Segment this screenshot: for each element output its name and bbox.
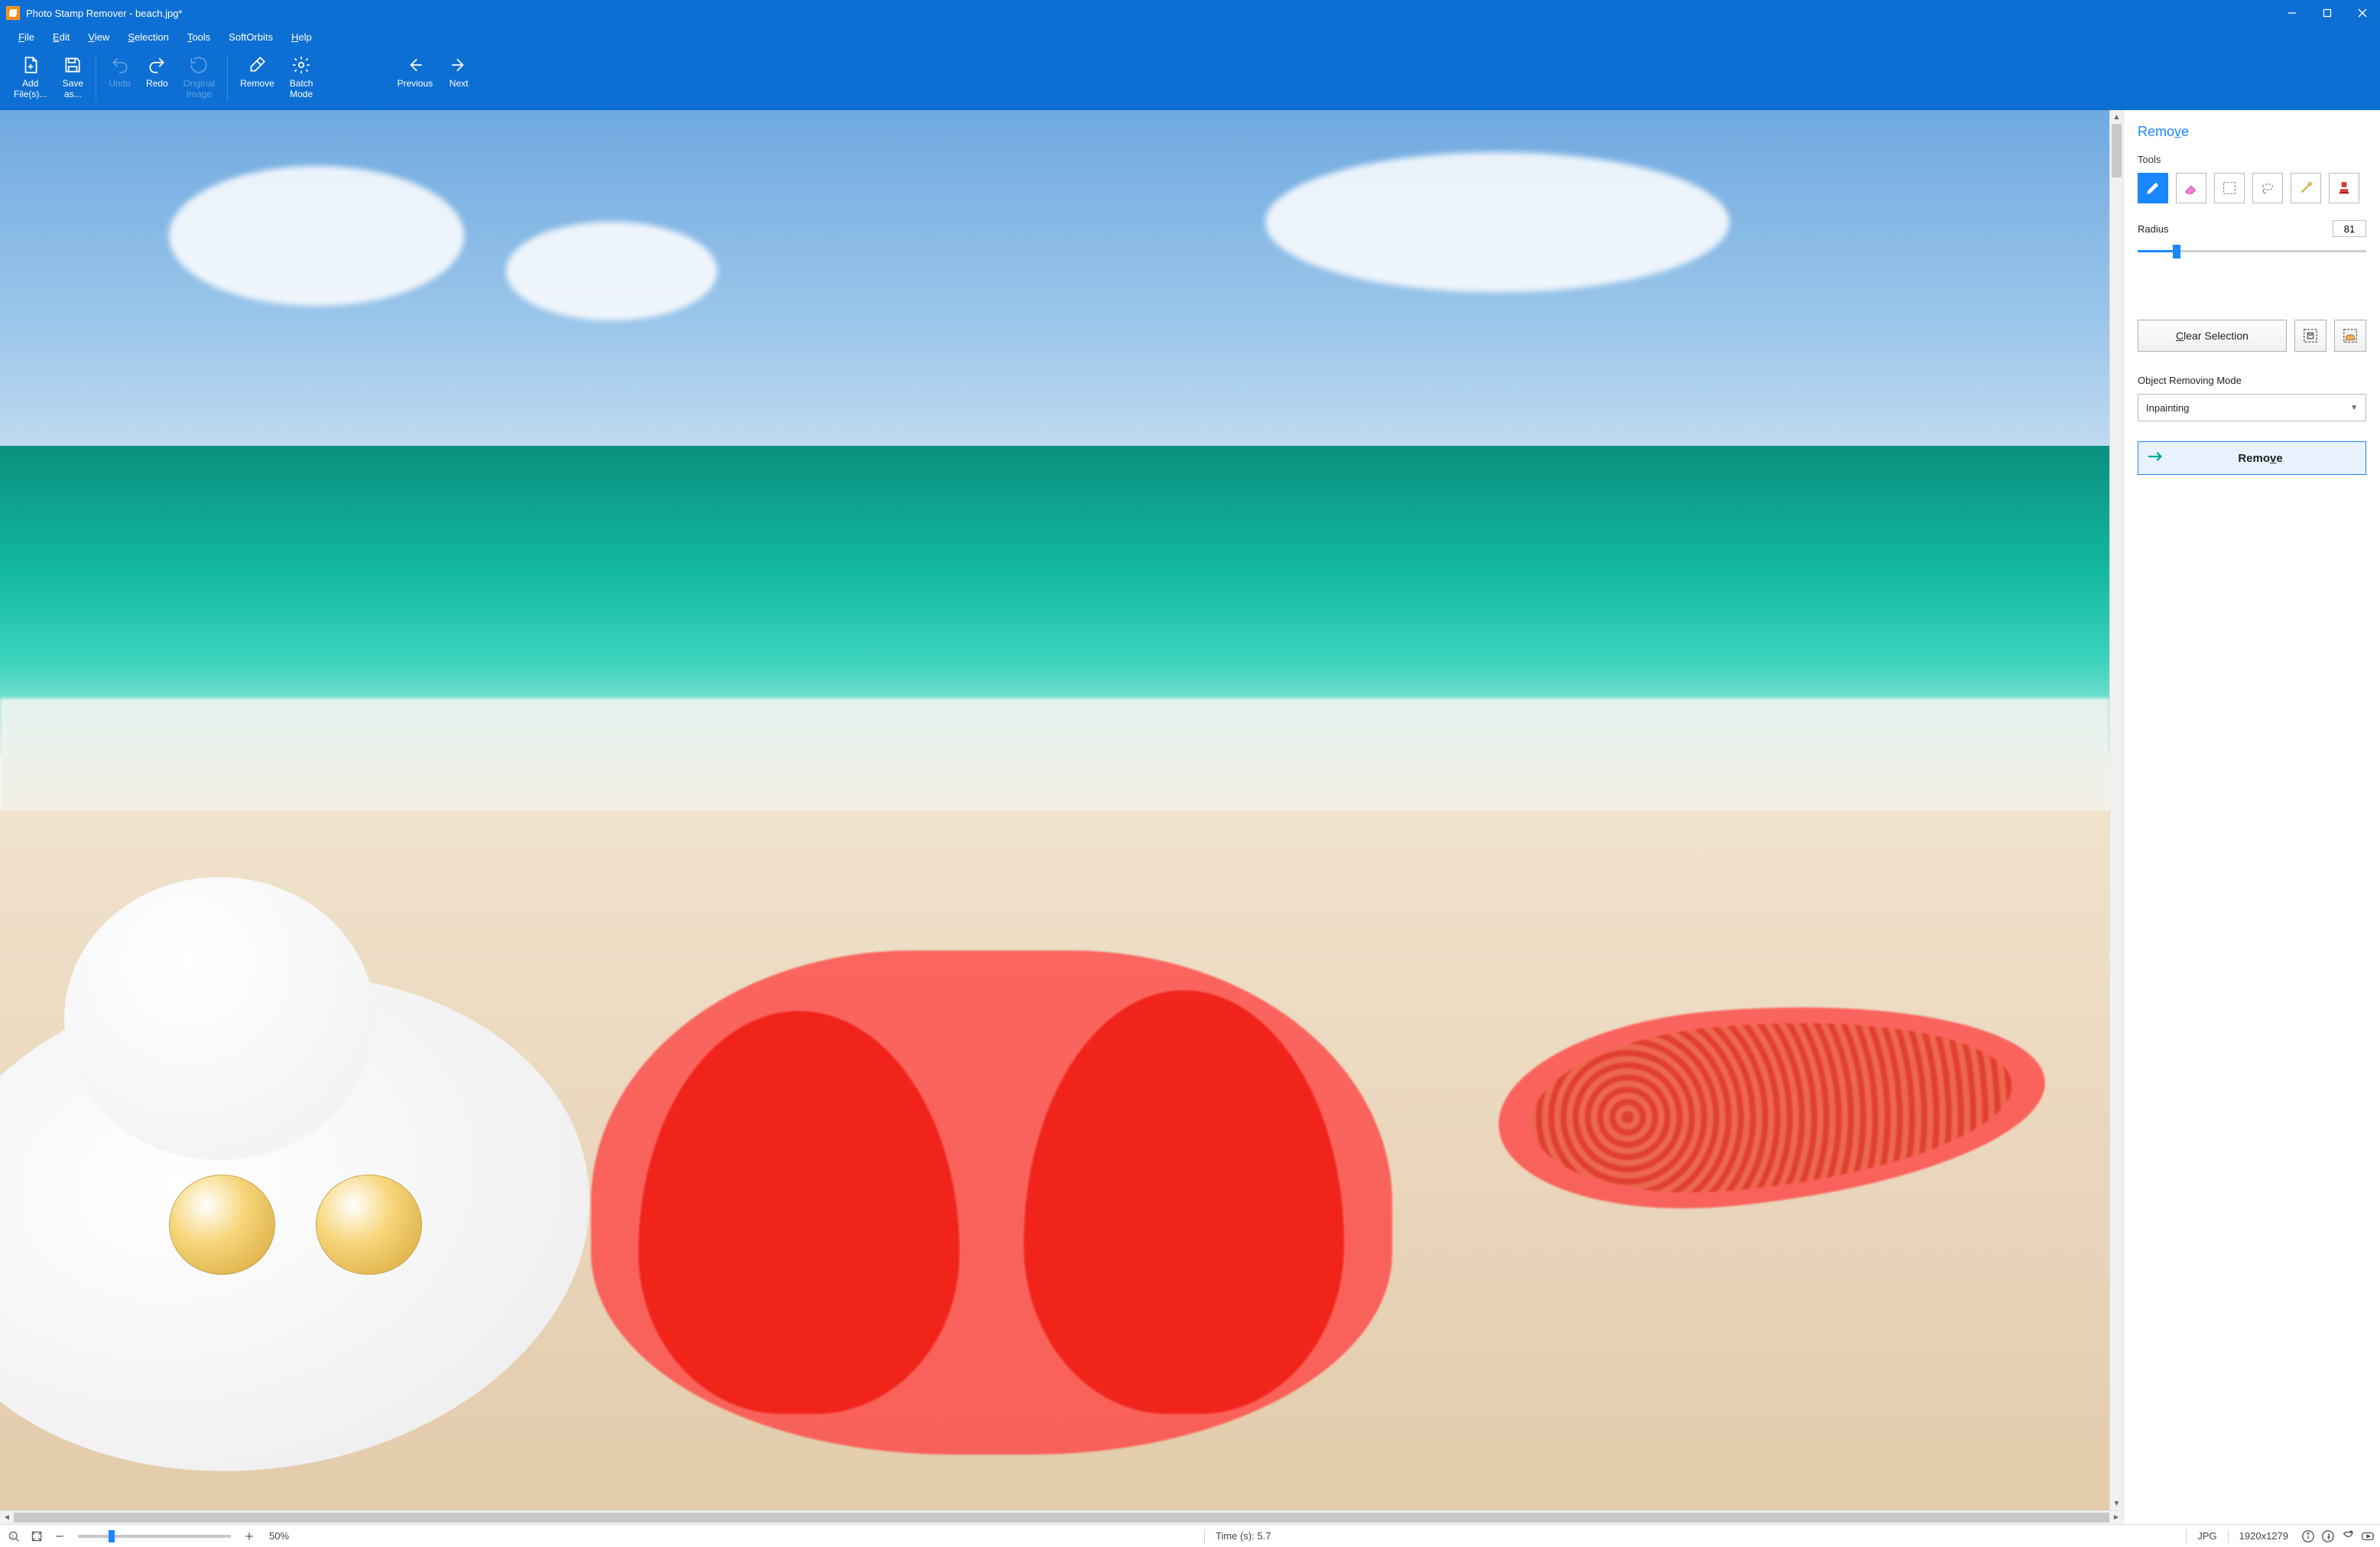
- redo-button[interactable]: Redo: [138, 50, 176, 106]
- gear-icon: [291, 54, 311, 76]
- menu-edit[interactable]: Edit: [45, 29, 77, 45]
- original-image-button: Original Image: [176, 50, 222, 106]
- arrow-right-icon: [2148, 450, 2164, 466]
- arrow-right-icon: [449, 54, 469, 76]
- minimize-button[interactable]: [2274, 0, 2310, 26]
- facebook-icon[interactable]: [2320, 1529, 2336, 1544]
- load-selection-button[interactable]: [2334, 320, 2366, 352]
- zoom-out-button[interactable]: [50, 1527, 69, 1545]
- batch-mode-button[interactable]: Batch Mode: [282, 50, 321, 106]
- tool-rect-select[interactable]: [2214, 173, 2245, 203]
- remove-button[interactable]: Remove: [2138, 441, 2366, 475]
- radius-slider[interactable]: [2138, 243, 2366, 258]
- menu-selection[interactable]: Selection: [120, 29, 176, 45]
- close-button[interactable]: [2345, 0, 2380, 26]
- save-as-button[interactable]: Save as...: [54, 50, 91, 106]
- menu-softorbits[interactable]: SoftOrbits: [221, 29, 281, 45]
- chevron-down-icon: ▼: [2350, 404, 2358, 412]
- title-bar: Photo Stamp Remover - beach.jpg*: [0, 0, 2380, 26]
- menu-bar: File Edit View Selection Tools SoftOrbit…: [0, 26, 2380, 47]
- undo-button: Undo: [101, 50, 138, 106]
- maximize-button[interactable]: [2310, 0, 2345, 26]
- selection-mask-flipflops: [591, 951, 1392, 1454]
- canvas-wrap: ▲ ▼ ◄ ►: [0, 110, 2123, 1524]
- tool-stamp[interactable]: [2329, 173, 2359, 203]
- menu-help[interactable]: Help: [284, 29, 320, 45]
- save-selection-button[interactable]: [2294, 320, 2326, 352]
- previous-button[interactable]: Previous: [389, 50, 440, 106]
- scroll-left-icon[interactable]: ◄: [0, 1513, 14, 1522]
- time-label: Time (s): 5.7: [1216, 1530, 1271, 1542]
- tools-label: Tools: [2138, 154, 2366, 165]
- sunglasses-object: [169, 1175, 422, 1286]
- remove-tool-button[interactable]: Remove: [232, 50, 282, 106]
- scroll-up-icon[interactable]: ▲: [2110, 110, 2123, 124]
- format-label: JPG: [2197, 1530, 2216, 1542]
- add-file-icon: [21, 54, 41, 76]
- horizontal-scrollbar[interactable]: ◄ ►: [0, 1510, 2123, 1524]
- arrow-left-icon: [405, 54, 425, 76]
- scroll-thumb[interactable]: [2112, 124, 2122, 177]
- zoom-slider[interactable]: [78, 1535, 231, 1538]
- side-panel: Remove Tools Radius Clear Selection: [2123, 110, 2380, 1524]
- tool-magic-wand[interactable]: [2291, 173, 2321, 203]
- panel-title: Remove: [2138, 124, 2366, 140]
- hscroll-thumb[interactable]: [14, 1513, 2109, 1523]
- hat-object: [0, 852, 591, 1468]
- zoom-in-button[interactable]: [240, 1527, 258, 1545]
- radius-input[interactable]: [2333, 220, 2366, 237]
- youtube-icon[interactable]: [2360, 1529, 2375, 1544]
- status-bar: 1 50% Time (s): 5.7 JPG 1920x1279: [0, 1524, 2380, 1547]
- twitter-icon[interactable]: [2340, 1529, 2356, 1544]
- ribbon-toolbar: Add File(s)... Save as... Undo Redo Orig…: [0, 47, 2380, 110]
- save-icon: [63, 54, 83, 76]
- radius-label: Radius: [2138, 223, 2168, 235]
- window-controls: [2274, 0, 2380, 26]
- undo-icon: [110, 54, 130, 76]
- info-icon[interactable]: [2300, 1529, 2316, 1544]
- menu-file[interactable]: File: [11, 29, 42, 45]
- window-title: Photo Stamp Remover - beach.jpg*: [26, 8, 183, 19]
- mode-dropdown[interactable]: Inpainting ▼: [2138, 394, 2366, 421]
- add-files-button[interactable]: Add File(s)...: [6, 50, 54, 106]
- dimensions-label: 1920x1279: [2239, 1530, 2288, 1542]
- redo-icon: [147, 54, 167, 76]
- mode-value: Inpainting: [2146, 402, 2189, 414]
- svg-text:1: 1: [11, 1533, 15, 1539]
- eraser-icon: [247, 54, 267, 76]
- tool-lasso[interactable]: [2252, 173, 2283, 203]
- main-area: ▲ ▼ ◄ ► Remove Tools Radius: [0, 110, 2380, 1524]
- tool-row: [2138, 173, 2366, 203]
- clear-selection-button[interactable]: Clear Selection: [2138, 320, 2287, 352]
- scroll-right-icon[interactable]: ►: [2109, 1513, 2123, 1522]
- scroll-down-icon[interactable]: ▼: [2110, 1497, 2123, 1510]
- menu-tools[interactable]: Tools: [180, 29, 218, 45]
- mode-label: Object Removing Mode: [2138, 375, 2366, 386]
- zoom-value: 50%: [269, 1530, 289, 1542]
- vertical-scrollbar[interactable]: ▲ ▼: [2109, 110, 2123, 1510]
- canvas-viewport[interactable]: ▲ ▼: [0, 110, 2123, 1510]
- next-button[interactable]: Next: [440, 50, 477, 106]
- revert-icon: [189, 54, 209, 76]
- app-icon: [6, 6, 20, 20]
- zoom-actual-button[interactable]: 1: [5, 1527, 23, 1545]
- social-links: [2300, 1529, 2375, 1544]
- zoom-fit-button[interactable]: [28, 1527, 46, 1545]
- tool-eraser[interactable]: [2176, 173, 2206, 203]
- menu-view[interactable]: View: [80, 29, 117, 45]
- tool-marker[interactable]: [2138, 173, 2168, 203]
- image-canvas[interactable]: [0, 110, 2109, 1510]
